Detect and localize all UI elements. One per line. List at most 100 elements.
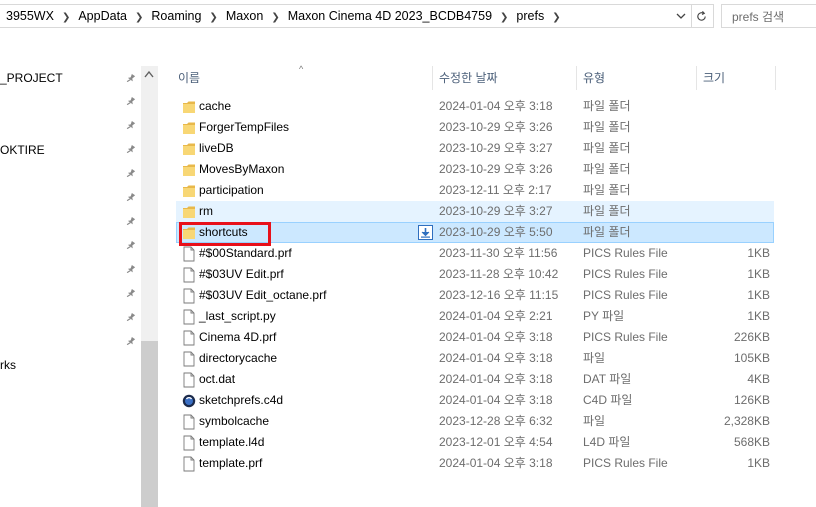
- file-size: 1KB: [747, 309, 770, 323]
- file-name: MovesByMaxon: [199, 162, 285, 176]
- file-name: #$03UV Edit.prf: [199, 267, 284, 281]
- file-name: symbolcache: [199, 414, 270, 428]
- scroll-up-icon[interactable]: [144, 70, 154, 78]
- file-row[interactable]: rm 2023-10-29 오후 3:27 파일 폴더: [176, 201, 774, 222]
- file-date: 2023-10-29 오후 3:27: [439, 141, 553, 155]
- chevron-right-icon[interactable]: ❯: [209, 7, 217, 29]
- file-size: 1KB: [747, 288, 770, 302]
- file-name: cache: [199, 99, 232, 113]
- file-date: 2024-01-04 오후 3:18: [439, 393, 553, 407]
- breadcrumb-item[interactable]: Maxon: [226, 9, 264, 23]
- nav-item[interactable]: rks: [0, 355, 120, 375]
- file-type: DAT 파일: [583, 372, 632, 386]
- file-row[interactable]: oct.dat 2024-01-04 오후 3:18 DAT 파일 4KB: [176, 369, 774, 390]
- file-size: 568KB: [733, 435, 770, 449]
- file-type: 파일 폴더: [583, 162, 631, 176]
- file-type: PICS Rules File: [583, 288, 668, 302]
- c4d-icon: [182, 394, 196, 408]
- file-icon: [183, 330, 195, 346]
- file-row[interactable]: sketchprefs.c4d 2024-01-04 오후 3:18 C4D 파일 1…: [176, 390, 774, 411]
- file-type: L4D 파일: [583, 435, 631, 449]
- file-type: C4D 파일: [583, 393, 633, 407]
- file-row[interactable]: directorycache 2024-01-04 오후 3:18 파일 105KB: [176, 348, 774, 369]
- file-type: PICS Rules File: [583, 456, 668, 470]
- file-row[interactable]: #$00Standard.prf 2023-11-30 오후 11:56 PICS …: [176, 243, 774, 264]
- file-row[interactable]: Cinema 4D.prf 2024-01-04 오후 3:18 PICS Rule…: [176, 327, 774, 348]
- file-type: 파일 폴더: [583, 204, 631, 218]
- file-row[interactable]: #$03UV Edit_octane.prf 2023-12-16 오후 11:1…: [176, 285, 774, 306]
- folder-icon: [183, 164, 195, 176]
- file-size: 1KB: [747, 456, 770, 470]
- file-icon: [183, 288, 195, 304]
- nav-scrollbar[interactable]: [141, 66, 158, 507]
- file-row[interactable]: shortcuts 2023-10-29 오후 5:50 파일 폴더: [176, 222, 774, 243]
- scroll-thumb[interactable]: [141, 341, 158, 507]
- chevron-right-icon[interactable]: ❯: [271, 7, 279, 29]
- column-type[interactable]: 유형: [577, 66, 697, 90]
- folder-icon: [183, 143, 195, 155]
- search-input[interactable]: [730, 6, 816, 28]
- nav-item[interactable]: OKTIRE: [0, 140, 120, 160]
- breadcrumb-item[interactable]: prefs: [516, 9, 544, 23]
- breadcrumb: 3955WX ❯ AppData ❯ Roaming ❯ Maxon ❯ Maxon Cinem…: [6, 5, 569, 27]
- refresh-button[interactable]: [692, 4, 714, 28]
- chevron-down-icon[interactable]: [675, 10, 687, 22]
- file-date: 2024-01-04 오후 3:18: [439, 372, 553, 386]
- file-icon: [183, 351, 195, 367]
- file-type: 파일 폴더: [583, 120, 631, 134]
- file-icon: [183, 267, 195, 283]
- file-row[interactable]: _last_script.py 2024-01-04 오후 2:21 PY 파일 1K…: [176, 306, 774, 327]
- chevron-right-icon[interactable]: ❯: [135, 7, 143, 29]
- file-date: 2023-10-29 오후 5:50: [439, 225, 553, 239]
- file-date: 2023-12-16 오후 11:15: [439, 288, 559, 302]
- file-date: 2023-11-28 오후 10:42: [439, 267, 559, 281]
- file-size: 105KB: [733, 351, 770, 365]
- file-row[interactable]: MovesByMaxon 2023-10-29 오후 3:26 파일 폴더: [176, 159, 774, 180]
- file-name: participation: [199, 183, 264, 197]
- file-name: template.l4d: [199, 435, 265, 449]
- file-list: template.prf 2024-01-04 오후 3:18 PICS Rules…: [160, 96, 816, 507]
- download-icon[interactable]: [418, 225, 433, 240]
- file-type: 파일 폴더: [583, 99, 631, 113]
- chevron-right-icon[interactable]: ❯: [62, 7, 70, 29]
- chevron-right-icon[interactable]: ❯: [500, 7, 508, 29]
- address-bar[interactable]: 3955WX ❯ AppData ❯ Roaming ❯ Maxon ❯ Maxon Cinem…: [0, 4, 692, 28]
- file-type: PICS Rules File: [583, 267, 668, 281]
- column-size[interactable]: 크기: [697, 66, 775, 90]
- file-row[interactable]: template.prf 2024-01-04 오후 3:18 PICS Rules…: [176, 453, 774, 474]
- nav-item[interactable]: _PROJECT: [0, 68, 120, 88]
- file-icon: [183, 414, 195, 430]
- file-type: 파일: [583, 351, 606, 365]
- file-size: 1KB: [747, 246, 770, 260]
- file-size: [690, 160, 770, 179]
- file-type: 파일 폴더: [583, 183, 631, 197]
- folder-icon: [183, 206, 195, 218]
- file-name: #$03UV Edit_octane.prf: [199, 288, 327, 302]
- file-row[interactable]: symbolcache 2023-12-28 오후 6:32 파일 2,328KB: [176, 411, 774, 432]
- chevron-right-icon[interactable]: ❯: [552, 7, 560, 29]
- file-date: 2023-10-29 오후 3:27: [439, 204, 553, 218]
- column-name[interactable]: 이름: [172, 66, 426, 90]
- file-row[interactable]: template.l4d 2023-12-01 오후 4:54 L4D 파일 568K…: [176, 432, 774, 453]
- file-name: directorycache: [199, 351, 278, 365]
- folder-icon: [183, 101, 195, 113]
- folder-icon: [183, 122, 195, 134]
- file-name: template.prf: [199, 456, 263, 470]
- breadcrumb-item[interactable]: Maxon Cinema 4D 2023_BCDB4759: [288, 9, 492, 23]
- file-row[interactable]: ForgerTempFiles 2023-10-29 오후 3:26 파일 폴더: [176, 117, 774, 138]
- breadcrumb-item[interactable]: AppData: [78, 9, 127, 23]
- breadcrumb-item[interactable]: 3955WX: [6, 9, 54, 23]
- file-row[interactable]: cache 2024-01-04 오후 3:18 파일 폴더: [176, 96, 774, 117]
- file-row[interactable]: liveDB 2023-10-29 오후 3:27 파일 폴더: [176, 138, 774, 159]
- breadcrumb-item[interactable]: Roaming: [151, 9, 201, 23]
- column-divider[interactable]: [775, 66, 776, 90]
- search-box[interactable]: [721, 4, 816, 28]
- file-date: 2023-10-29 오후 3:26: [439, 120, 553, 134]
- file-date: 2024-01-04 오후 3:18: [439, 99, 553, 113]
- file-type: 파일 폴더: [583, 141, 631, 155]
- file-date: 2024-01-04 오후 3:18: [439, 351, 553, 365]
- file-row[interactable]: #$03UV Edit.prf 2023-11-28 오후 10:42 PICS R…: [176, 264, 774, 285]
- file-size: [690, 139, 770, 158]
- column-date[interactable]: 수정한 날짜: [433, 66, 577, 90]
- file-row[interactable]: participation 2023-12-11 오후 2:17 파일 폴더: [176, 180, 774, 201]
